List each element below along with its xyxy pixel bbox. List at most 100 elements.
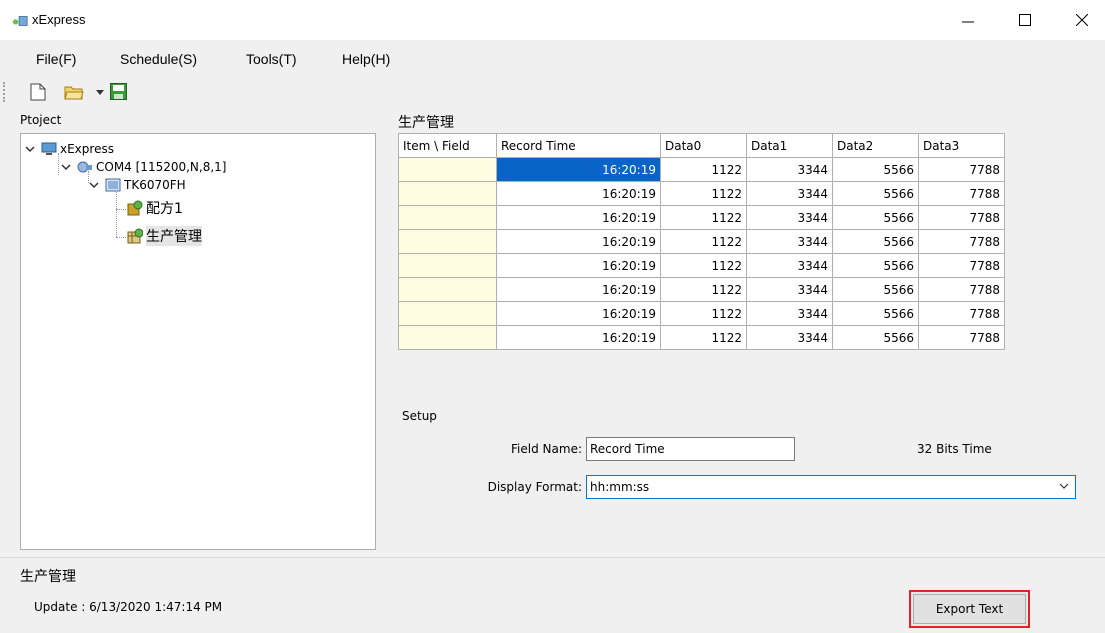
row-header-cell[interactable] (398, 205, 497, 230)
menu-tools[interactable]: Tools(T) (246, 51, 297, 67)
table-cell[interactable]: 3344 (746, 205, 833, 230)
open-folder-icon[interactable] (64, 83, 84, 101)
table-cell[interactable]: 5566 (832, 301, 919, 326)
tree-item-com4[interactable]: COM4 [115200,N,8,1] (61, 158, 227, 176)
project-tree[interactable]: xExpress COM4 [115200,N,8,1] TK6070FH 配方… (20, 133, 376, 550)
tree-item-device[interactable]: TK6070FH (89, 176, 186, 194)
app-icon (12, 16, 28, 26)
menu-bar: File(F) Schedule(S) Tools(T) Help(H) (0, 40, 1105, 78)
table-row[interactable]: 16:20:19 1122 3344 5566 7788 (398, 181, 1005, 206)
close-button[interactable] (1059, 0, 1105, 40)
table-cell[interactable]: 7788 (918, 277, 1005, 302)
save-icon[interactable] (110, 83, 127, 100)
table-cell[interactable]: 1122 (660, 325, 747, 350)
display-format-value: hh:mm:ss (590, 480, 650, 494)
recipe-icon (127, 200, 143, 216)
table-cell[interactable]: 1122 (660, 205, 747, 230)
column-header[interactable]: Data0 (660, 133, 747, 158)
table-cell[interactable]: 7788 (918, 301, 1005, 326)
maximize-button[interactable] (1002, 0, 1048, 40)
table-cell[interactable]: 7788 (918, 253, 1005, 278)
table-cell[interactable]: 1122 (660, 181, 747, 206)
field-name-label: Field Name: (511, 442, 582, 456)
table-cell[interactable]: 16:20:19 (496, 229, 661, 254)
table-cell[interactable]: 3344 (746, 325, 833, 350)
menu-file[interactable]: File(F) (36, 51, 76, 67)
table-row[interactable]: 16:20:19 1122 3344 5566 7788 (398, 157, 1005, 182)
column-header[interactable]: Record Time (496, 133, 661, 158)
row-header-cell[interactable] (398, 301, 497, 326)
table-cell[interactable]: 5566 (832, 157, 919, 182)
table-row[interactable]: 16:20:19 1122 3344 5566 7788 (398, 253, 1005, 278)
project-label: Ptoject (20, 113, 62, 127)
row-header-cell[interactable] (398, 253, 497, 278)
table-cell[interactable]: 5566 (832, 325, 919, 350)
sheet-title: 生产管理 (398, 115, 454, 131)
column-header[interactable]: Data1 (746, 133, 833, 158)
table-cell[interactable]: 1122 (660, 277, 747, 302)
setup-panel: Field Name: Record Time 32 Bits Time Dis… (398, 427, 1105, 557)
menu-help[interactable]: Help(H) (342, 51, 390, 67)
table-row[interactable]: 16:20:19 1122 3344 5566 7788 (398, 325, 1005, 350)
table-cell[interactable]: 5566 (832, 229, 919, 254)
export-text-button[interactable]: Export Text (913, 594, 1026, 624)
column-header[interactable]: Data2 (832, 133, 919, 158)
table-cell[interactable]: 7788 (918, 229, 1005, 254)
column-header[interactable]: Item \ Field (398, 133, 497, 158)
row-header-cell[interactable] (398, 229, 497, 254)
table-cell[interactable]: 16:20:19 (496, 157, 661, 182)
row-header-cell[interactable] (398, 277, 497, 302)
maximize-icon (1019, 14, 1031, 26)
tree-item-label: xExpress (60, 142, 114, 156)
table-cell[interactable]: 3344 (746, 229, 833, 254)
dropdown-arrow-icon[interactable] (96, 90, 104, 95)
table-cell[interactable]: 3344 (746, 277, 833, 302)
table-cell[interactable]: 5566 (832, 181, 919, 206)
table-cell[interactable]: 3344 (746, 301, 833, 326)
table-cell[interactable]: 1122 (660, 229, 747, 254)
chevron-down-icon[interactable] (89, 181, 99, 189)
tree-item-production[interactable]: 生产管理 (127, 226, 202, 246)
tree-item-xexpress[interactable]: xExpress (25, 140, 114, 158)
table-cell[interactable]: 7788 (918, 157, 1005, 182)
table-cell[interactable]: 7788 (918, 181, 1005, 206)
table-cell[interactable]: 16:20:19 (496, 181, 661, 206)
table-cell[interactable]: 1122 (660, 157, 747, 182)
table-cell[interactable]: 3344 (746, 253, 833, 278)
tree-item-label: 生产管理 (146, 226, 202, 246)
table-cell[interactable]: 16:20:19 (496, 277, 661, 302)
chevron-down-icon[interactable] (61, 163, 71, 171)
table-row[interactable]: 16:20:19 1122 3344 5566 7788 (398, 301, 1005, 326)
bottom-divider (0, 557, 1105, 558)
row-header-cell[interactable] (398, 181, 497, 206)
table-cell[interactable]: 5566 (832, 277, 919, 302)
table-cell[interactable]: 16:20:19 (496, 325, 661, 350)
table-cell[interactable]: 1122 (660, 301, 747, 326)
table-cell[interactable]: 7788 (918, 325, 1005, 350)
table-cell[interactable]: 3344 (746, 157, 833, 182)
chevron-down-icon (1059, 483, 1069, 489)
table-cell[interactable]: 16:20:19 (496, 253, 661, 278)
table-row[interactable]: 16:20:19 1122 3344 5566 7788 (398, 277, 1005, 302)
table-cell[interactable]: 5566 (832, 205, 919, 230)
table-cell[interactable]: 1122 (660, 253, 747, 278)
minimize-button[interactable] (945, 0, 991, 40)
tree-item-recipe[interactable]: 配方1 (127, 199, 183, 217)
data-grid[interactable]: Item \ Field Record Time Data0 Data1 Data2 Da… (398, 133, 1005, 350)
new-file-icon[interactable] (30, 83, 46, 101)
row-header-cell[interactable] (398, 157, 497, 182)
column-header[interactable]: Data3 (918, 133, 1005, 158)
table-cell[interactable]: 7788 (918, 205, 1005, 230)
table-cell[interactable]: 5566 (832, 253, 919, 278)
field-name-input[interactable]: Record Time (586, 437, 795, 461)
row-header-cell[interactable] (398, 325, 497, 350)
toolbar-grip[interactable] (3, 82, 6, 102)
display-format-select[interactable]: hh:mm:ss (586, 475, 1076, 499)
menu-schedule[interactable]: Schedule(S) (120, 51, 197, 67)
table-row[interactable]: 16:20:19 1122 3344 5566 7788 (398, 205, 1005, 230)
table-row[interactable]: 16:20:19 1122 3344 5566 7788 (398, 229, 1005, 254)
table-cell[interactable]: 16:20:19 (496, 301, 661, 326)
chevron-down-icon[interactable] (25, 145, 35, 153)
table-cell[interactable]: 16:20:19 (496, 205, 661, 230)
table-cell[interactable]: 3344 (746, 181, 833, 206)
